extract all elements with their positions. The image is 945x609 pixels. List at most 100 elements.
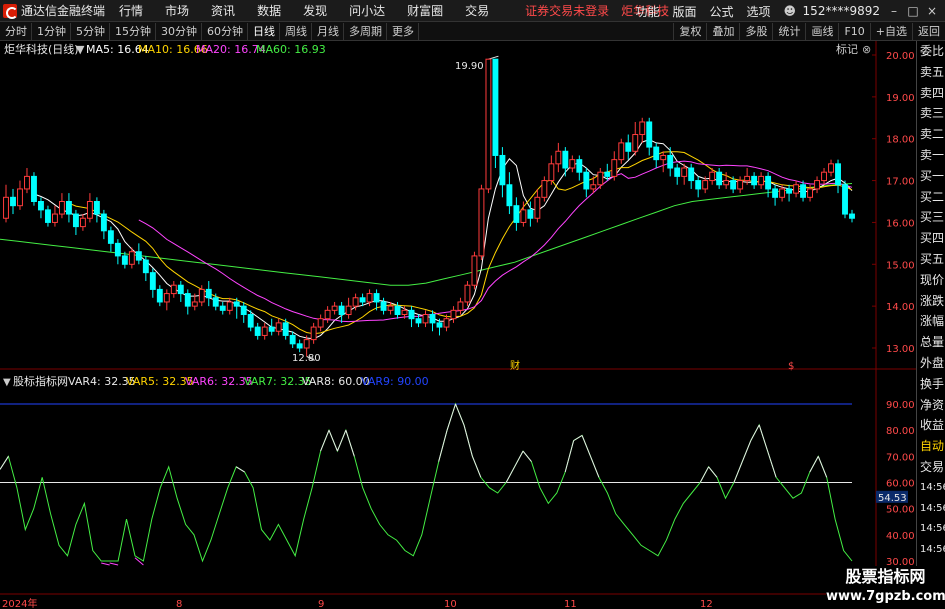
candle[interactable] [688,163,695,189]
period-5min[interactable]: 5分钟 [71,22,110,40]
menu-gongneng[interactable]: 功能 [635,3,659,20]
menu-gongshi[interactable]: 公式 [710,3,734,20]
period-more[interactable]: 更多 [387,22,419,40]
candle[interactable] [499,147,506,198]
menu-wenxiaoda[interactable]: 问小达 [349,2,385,19]
candle[interactable] [835,159,841,194]
minimize-icon[interactable]: – [888,5,900,17]
candle[interactable] [31,172,37,206]
candle[interactable] [653,142,660,169]
candle[interactable] [639,117,646,143]
candle[interactable] [289,331,296,348]
period-daily[interactable]: 日线 [248,22,280,40]
candle[interactable] [821,168,827,185]
side-sell1[interactable]: 卖一 [917,145,945,166]
candle[interactable] [86,193,93,223]
candle[interactable] [261,322,268,340]
candle[interactable] [93,197,100,223]
menu-zixun[interactable]: 资讯 [211,2,235,19]
marker-cai[interactable]: 财 [510,359,520,372]
candle[interactable] [331,301,338,315]
candle[interactable] [149,268,156,298]
side-sell2[interactable]: 卖二 [917,124,945,145]
tool-f10[interactable]: F10 [838,23,869,40]
candle[interactable] [65,193,72,223]
candle[interactable] [618,138,625,164]
candle[interactable] [695,176,702,198]
side-price[interactable]: 现价 [917,270,945,291]
candle[interactable] [317,314,324,332]
period-15min[interactable]: 15分钟 [110,22,156,40]
menu-banmian[interactable]: 版面 [673,3,697,20]
menu-caifuquan[interactable]: 财富圈 [407,2,443,19]
side-buy4[interactable]: 买四 [917,228,945,249]
candle[interactable] [296,339,303,353]
period-weekly[interactable]: 周线 [280,22,312,40]
period-30min[interactable]: 30分钟 [156,22,202,40]
candle[interactable] [72,209,79,235]
tool-diejia[interactable]: 叠加 [706,23,739,40]
candle[interactable] [380,297,387,315]
candle[interactable] [226,297,233,315]
menu-faxian[interactable]: 发现 [303,2,327,19]
side-volume[interactable]: 总量 [917,332,945,353]
candle[interactable] [3,184,9,223]
close-icon[interactable]: × [926,5,938,17]
period-monthly[interactable]: 月线 [312,22,344,40]
side-auto[interactable]: 自动 [917,436,945,457]
candle[interactable] [646,117,653,156]
candle[interactable] [408,306,415,328]
kline-chart[interactable]: 炬华科技(日线) ▼ MA5: 16.64 MA10: 16.66 MA20: … [0,41,916,609]
candle[interactable] [562,147,569,177]
side-buy2[interactable]: 买二 [917,187,945,208]
candle[interactable] [765,172,772,198]
menu-shichang[interactable]: 市场 [165,2,189,19]
candle[interactable] [583,168,590,198]
marker-dividend[interactable]: $ [788,361,794,372]
candle[interactable] [205,281,212,307]
candle[interactable] [79,214,86,231]
candle[interactable] [555,142,562,173]
period-fenshi[interactable]: 分时 [0,22,32,40]
user-id[interactable]: 152****9892 [803,4,880,18]
candle[interactable] [800,180,807,202]
side-earnings[interactable]: 收益 [917,415,945,436]
tool-back[interactable]: 返回 [912,23,945,40]
side-change-pct[interactable]: 涨幅 [917,311,945,332]
candle[interactable] [17,180,23,210]
candle[interactable] [828,159,834,177]
side-sell4[interactable]: 卖四 [917,83,945,104]
candle[interactable] [471,251,478,290]
candle[interactable] [597,168,604,189]
candle[interactable] [45,205,51,227]
side-change[interactable]: 涨跌 [917,291,945,312]
login-status[interactable]: 证券交易未登录 [525,2,609,19]
candle[interactable] [758,172,765,189]
candle[interactable] [254,322,261,340]
candle[interactable] [24,168,30,194]
candle[interactable] [464,281,471,307]
candle[interactable] [513,197,520,231]
side-trade[interactable]: 交易 [917,457,945,478]
tool-huaxian[interactable]: 画线 [805,23,838,40]
candle[interactable] [786,184,793,202]
tool-duogu[interactable]: 多股 [739,23,772,40]
candle[interactable] [177,281,184,302]
candle[interactable] [674,163,681,185]
menu-shuju[interactable]: 数据 [257,2,281,19]
biaoji-button[interactable]: 标记 [836,42,858,56]
menu-xuanxiang[interactable]: 选项 [747,3,771,20]
candle[interactable] [10,188,16,215]
side-turnover[interactable]: 换手 [917,374,945,395]
candle[interactable] [478,184,485,261]
candle[interactable] [135,243,142,265]
candle[interactable] [338,301,345,323]
side-net-asset[interactable]: 净资 [917,395,945,416]
candle[interactable] [716,168,723,189]
tool-fuquan[interactable]: 复权 [673,23,706,40]
candle[interactable] [576,155,583,181]
candle[interactable] [625,134,632,160]
chart-close-icon[interactable]: ⊗ [862,43,871,56]
indicator-settings-icon[interactable]: ▼ [3,377,11,388]
candle[interactable] [58,193,65,219]
